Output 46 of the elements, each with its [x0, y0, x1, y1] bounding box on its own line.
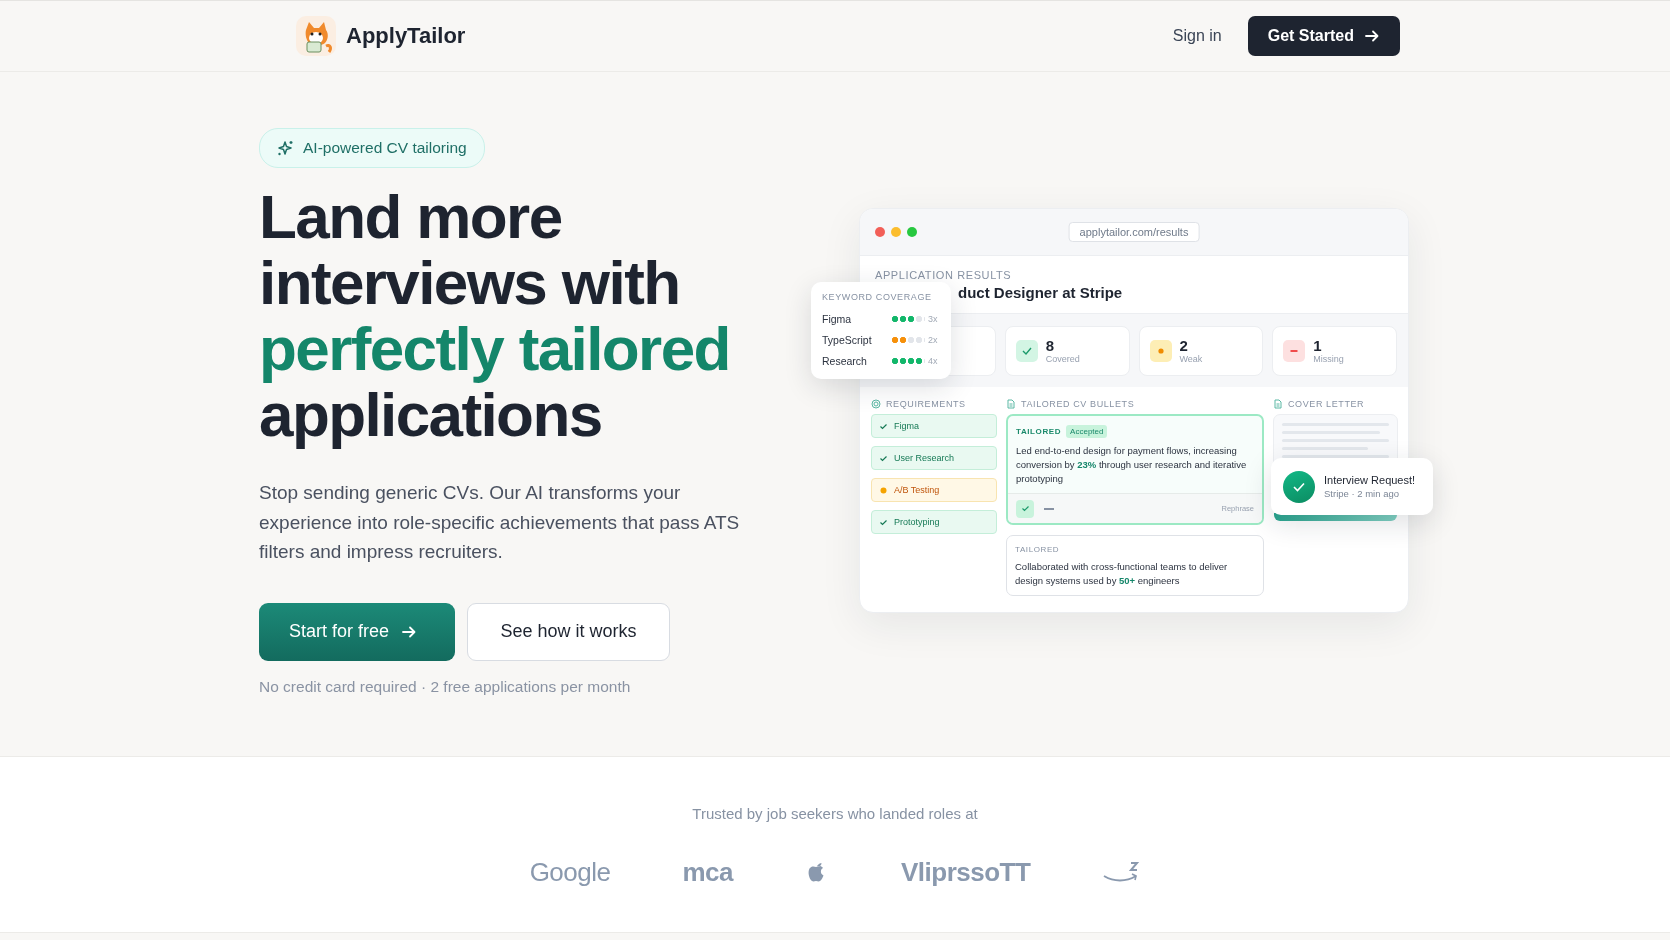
popover-title: KEYWORD COVERAGE: [822, 292, 933, 302]
hero-description: Stop sending generic CVs. Our AI transforms your experience into role-specific achievements that pass ATS filters and impress recruiters.: [259, 481, 741, 564]
stat-value: 8: [1045, 338, 1056, 354]
stat-label: Covered: [1045, 354, 1080, 364]
requirement-chip: Figma: [871, 414, 997, 438]
start-free-button[interactable]: Start for free: [259, 602, 455, 661]
stat-value: 1: [1313, 338, 1323, 354]
company-logo: VliprssoTT: [901, 856, 1031, 888]
keyword-name: TypeScript: [822, 333, 873, 346]
trusted-caption: Trusted by job seekers who landed roles at: [692, 805, 978, 822]
keyword-count: 4x: [928, 355, 939, 366]
headline-line: perfectly tailored: [259, 316, 731, 382]
column-heading: REQUIREMENTS: [886, 399, 966, 409]
keyword-count: 2x: [928, 334, 939, 345]
accepted-badge: Accepted: [1066, 425, 1108, 438]
address-bar: applytailor.com/results: [1068, 222, 1200, 242]
notification-subtitle: Stripe · 2 min ago: [1324, 488, 1400, 499]
company-logo: mca: [682, 856, 733, 888]
bullet-tag: TAILORED: [1016, 427, 1062, 436]
keyword-name: Figma: [822, 312, 853, 325]
signup-note: No credit card required · 2 free applications per month: [259, 677, 632, 696]
company-logo: Google: [529, 856, 611, 888]
requirement-chip: A/B Testing: [871, 478, 997, 502]
stat-label: Weak: [1179, 354, 1203, 364]
stat-label: Missing: [1313, 354, 1344, 364]
column-heading: COVER LETTER: [1288, 399, 1365, 409]
requirement-chip: User Research: [871, 446, 997, 470]
brand-name: ApplyTailor: [346, 23, 466, 49]
bullet-text: Collaborated with cross-functional teams to deliver design systems used by 50+ engineers: [1015, 560, 1229, 588]
ai-feature-badge: AI-powered CV tailoring: [259, 128, 485, 168]
headline-line: Land more: [259, 184, 563, 250]
notification-title: Interview Request!: [1324, 474, 1416, 486]
headline-line: applications: [259, 382, 603, 448]
sign-in-link[interactable]: Sign in: [1172, 27, 1222, 45]
keyword-name: Research: [822, 354, 868, 367]
stat-value: 2: [1179, 338, 1189, 354]
bullet-tag: TAILORED: [1015, 545, 1060, 554]
bullet-text: Led end-to-end design for payment flows, increasing conversion by 23% through user research and iterative prototyping: [1016, 444, 1248, 486]
headline-line: interviews with: [259, 250, 681, 316]
how-it-works-button[interactable]: See how it works: [467, 602, 670, 661]
keyword-count: 3x: [928, 313, 939, 324]
requirement-chip: Prototyping: [871, 510, 997, 534]
job-title: duct Designer at Stripe: [958, 284, 1123, 301]
column-heading: TAILORED CV BULLETS: [1021, 399, 1135, 409]
get-started-button[interactable]: Get Started: [1247, 16, 1400, 56]
section-label: APPLICATION RESULTS: [875, 269, 1013, 281]
